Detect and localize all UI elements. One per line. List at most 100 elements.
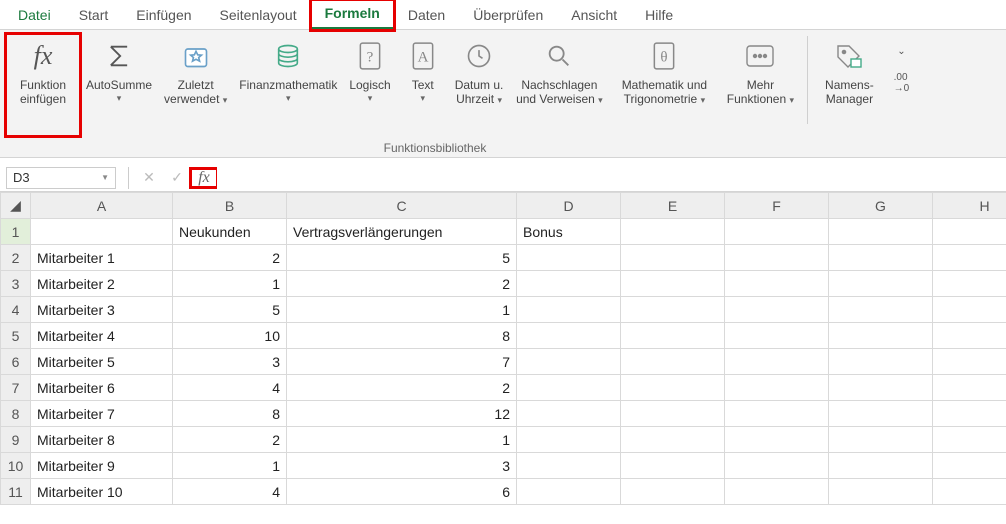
cell[interactable] xyxy=(933,219,1006,245)
cell[interactable]: 3 xyxy=(173,349,287,375)
row-header[interactable]: 3 xyxy=(1,271,31,297)
cell[interactable] xyxy=(933,479,1006,505)
column-header[interactable]: G xyxy=(829,193,933,219)
spreadsheet-grid[interactable]: ◢ A B C D E F G H 1 Neukunden Vertragsve… xyxy=(0,192,1006,505)
select-all-corner[interactable]: ◢ xyxy=(1,193,31,219)
cell[interactable] xyxy=(621,453,725,479)
cell[interactable]: Mitarbeiter 8 xyxy=(31,427,173,453)
lookup-button[interactable]: Nachschlagenund Verweisen ▾ xyxy=(509,34,609,128)
cell[interactable] xyxy=(829,349,933,375)
name-box[interactable]: D3 ▼ xyxy=(6,167,116,189)
row-header[interactable]: 11 xyxy=(1,479,31,505)
cell[interactable]: 1 xyxy=(173,453,287,479)
cell[interactable] xyxy=(621,479,725,505)
cell[interactable]: 2 xyxy=(173,427,287,453)
cell[interactable]: 8 xyxy=(287,323,517,349)
cell[interactable] xyxy=(517,245,621,271)
cell[interactable] xyxy=(517,453,621,479)
cell[interactable]: Mitarbeiter 2 xyxy=(31,271,173,297)
cell[interactable] xyxy=(933,349,1006,375)
formula-input[interactable] xyxy=(217,167,1006,189)
cell[interactable]: 10 xyxy=(173,323,287,349)
financial-button[interactable]: Finanzmathematik ▾ xyxy=(233,34,343,128)
cell[interactable] xyxy=(621,271,725,297)
cell[interactable] xyxy=(725,349,829,375)
cell[interactable] xyxy=(725,297,829,323)
math-trig-button[interactable]: θ Mathematik undTrigonometrie ▾ xyxy=(609,34,719,128)
tab-data[interactable]: Daten xyxy=(394,0,459,30)
tab-help[interactable]: Hilfe xyxy=(631,0,687,30)
cell[interactable]: Bonus xyxy=(517,219,621,245)
cell[interactable]: 3 xyxy=(287,453,517,479)
tab-layout[interactable]: Seitenlayout xyxy=(206,0,311,30)
column-header[interactable]: C xyxy=(287,193,517,219)
cell[interactable] xyxy=(621,375,725,401)
enter-formula-button[interactable]: ✓ xyxy=(163,169,191,186)
cell[interactable]: Mitarbeiter 1 xyxy=(31,245,173,271)
row-header[interactable]: 1 xyxy=(1,219,31,245)
cell[interactable]: 4 xyxy=(173,479,287,505)
cell[interactable]: 7 xyxy=(287,349,517,375)
cell[interactable]: Mitarbeiter 5 xyxy=(31,349,173,375)
more-functions-button[interactable]: MehrFunktionen ▾ xyxy=(719,34,801,128)
insert-function-fx-button[interactable]: fx xyxy=(191,169,217,187)
logical-button[interactable]: ? Logisch ▾ xyxy=(343,34,396,128)
cell[interactable] xyxy=(725,323,829,349)
text-button[interactable]: A Text ▾ xyxy=(397,34,449,128)
cell[interactable] xyxy=(725,245,829,271)
cell[interactable] xyxy=(725,271,829,297)
row-header[interactable]: 8 xyxy=(1,401,31,427)
column-header[interactable]: D xyxy=(517,193,621,219)
cell[interactable] xyxy=(517,297,621,323)
column-header[interactable]: E xyxy=(621,193,725,219)
cell[interactable] xyxy=(725,401,829,427)
cell[interactable] xyxy=(933,297,1006,323)
cell[interactable] xyxy=(829,479,933,505)
cell[interactable] xyxy=(933,427,1006,453)
cell[interactable] xyxy=(621,427,725,453)
cell[interactable] xyxy=(725,219,829,245)
cell[interactable] xyxy=(621,323,725,349)
cell[interactable]: Mitarbeiter 10 xyxy=(31,479,173,505)
cell[interactable] xyxy=(517,323,621,349)
cell[interactable] xyxy=(829,271,933,297)
cell[interactable] xyxy=(621,219,725,245)
cell[interactable] xyxy=(933,271,1006,297)
cell[interactable] xyxy=(621,245,725,271)
cell[interactable] xyxy=(517,427,621,453)
row-header[interactable]: 6 xyxy=(1,349,31,375)
cell[interactable] xyxy=(725,375,829,401)
cell[interactable] xyxy=(829,245,933,271)
tab-review[interactable]: Überprüfen xyxy=(459,0,557,30)
cell[interactable] xyxy=(829,219,933,245)
cell[interactable]: 1 xyxy=(287,427,517,453)
cell[interactable] xyxy=(725,479,829,505)
overflow-button[interactable]: ⌄ xyxy=(888,40,914,62)
cell[interactable]: Mitarbeiter 9 xyxy=(31,453,173,479)
column-header[interactable]: H xyxy=(933,193,1006,219)
cell[interactable]: 2 xyxy=(287,271,517,297)
column-header[interactable]: F xyxy=(725,193,829,219)
cell[interactable] xyxy=(517,349,621,375)
row-header[interactable]: 9 xyxy=(1,427,31,453)
cell[interactable] xyxy=(31,219,173,245)
cell[interactable]: Mitarbeiter 6 xyxy=(31,375,173,401)
cell[interactable] xyxy=(725,453,829,479)
row-header[interactable]: 5 xyxy=(1,323,31,349)
cell[interactable]: Neukunden xyxy=(173,219,287,245)
cell[interactable]: 6 xyxy=(287,479,517,505)
cell[interactable] xyxy=(829,401,933,427)
cell[interactable]: Mitarbeiter 7 xyxy=(31,401,173,427)
row-header[interactable]: 4 xyxy=(1,297,31,323)
row-header[interactable]: 7 xyxy=(1,375,31,401)
cell[interactable]: 2 xyxy=(173,245,287,271)
tab-insert[interactable]: Einfügen xyxy=(122,0,205,30)
tab-home[interactable]: Start xyxy=(65,0,123,30)
column-header[interactable]: B xyxy=(173,193,287,219)
cell[interactable] xyxy=(829,375,933,401)
tab-formulas[interactable]: Formeln xyxy=(311,0,394,30)
cancel-formula-button[interactable]: ✕ xyxy=(135,169,163,186)
cell[interactable]: Vertragsverlängerungen xyxy=(287,219,517,245)
cell[interactable]: 12 xyxy=(287,401,517,427)
cell[interactable] xyxy=(621,349,725,375)
